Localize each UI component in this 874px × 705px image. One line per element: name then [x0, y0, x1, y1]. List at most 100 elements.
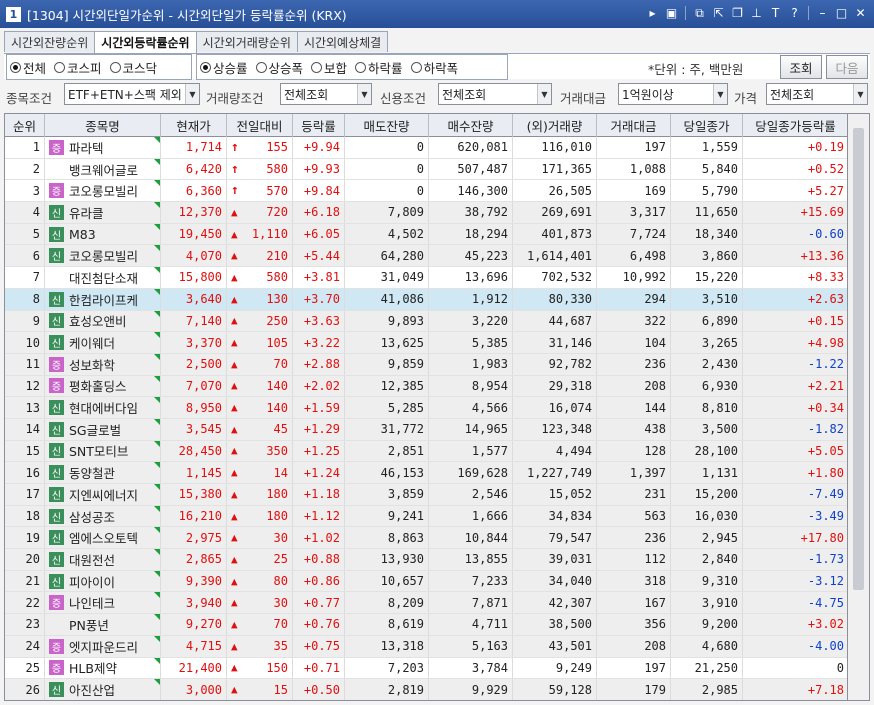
menu-m-icon[interactable]: ▣	[664, 5, 679, 21]
table-row[interactable]: 17 신 지엔씨에너지 15,380 ▲ 180 +1.18 3,859 2,546 15,052…	[5, 484, 847, 506]
table-row[interactable]: 22 증 나인테크 3,940 ▲ 30 +0.77 8,209 7,871 42,307 167 3…	[5, 592, 847, 615]
stock-name[interactable]: 삼성공조	[69, 507, 115, 526]
stock-name[interactable]: 엣지파운드리	[69, 637, 138, 656]
table-row[interactable]: 18 신 삼성공조 16,210 ▲ 180 +1.12 9,241 1,666 34,834 56…	[5, 505, 847, 528]
stock-name[interactable]: 동양철관	[69, 463, 115, 482]
stock-name[interactable]: 지엔씨에너지	[69, 485, 138, 504]
radio-sort-rise-amount[interactable]: 상승폭	[255, 58, 303, 77]
window-number-badge[interactable]: 1	[6, 6, 21, 22]
col-amount[interactable]: 거래대금	[597, 114, 671, 137]
col-price[interactable]: 현재가	[161, 114, 227, 137]
pin-icon[interactable]: ⊥	[749, 5, 764, 21]
stock-name[interactable]: SG글로벌	[69, 420, 121, 439]
tab-overtime-change-rank[interactable]: 시간외등락률순위	[94, 31, 197, 53]
table-row[interactable]: 16 신 동양철관 1,145 ▲ 14 +1.24 46,153 169,628 1,227,7…	[5, 462, 847, 484]
col-volume[interactable]: (외)거래량	[513, 114, 597, 137]
stock-name[interactable]: 케이웨더	[69, 333, 115, 352]
price-condition-select[interactable]: 전체조회 ▼	[766, 83, 868, 105]
table-row[interactable]: 14 신 SG글로벌 3,545 ▲ 45 +1.29 31,772 14,965 123,348…	[5, 418, 847, 441]
stock-name[interactable]: PN풍년	[69, 615, 109, 634]
stock-name[interactable]: 코오롱모빌리	[69, 181, 138, 200]
table-row[interactable]: 11 증 성보화학 2,500 ▲ 70 +2.88 9,859 1,983 92,782 236 2…	[5, 353, 847, 376]
table-row[interactable]: 19 신 엠에스오토텍 2,975 ▲ 30 +1.02 8,863 10,844 79,547 2…	[5, 527, 847, 550]
stock-name[interactable]: 대원전선	[69, 550, 115, 569]
col-name[interactable]: 종목명	[45, 114, 161, 137]
scroll-thumb[interactable]	[853, 128, 864, 590]
stock-name[interactable]: 유라클	[69, 203, 104, 222]
stock-name[interactable]: 성보화학	[69, 355, 115, 374]
table-row[interactable]: 1 증 파라텍 1,714 ↑ 155 +9.94 0 620,081 116,010 197 1,5…	[5, 137, 847, 159]
stock-name[interactable]: 파라텍	[69, 138, 104, 157]
radio-market-all[interactable]: 전체	[10, 58, 46, 77]
table-row[interactable]: 3 증 코오롱모빌리 6,360 ↑ 570 +9.84 0 146,300 26,505 169 5…	[5, 180, 847, 203]
link-icon[interactable]: ⧉	[692, 5, 707, 21]
table-row[interactable]: 23 PN풍년 9,270 ▲ 70 +0.76 8,619 4,711 38,500 356 9,…	[5, 614, 847, 636]
stock-name[interactable]: 아진산업	[69, 680, 115, 699]
volume-condition-select[interactable]: 전체조회 ▼	[280, 83, 372, 105]
stock-name[interactable]: 코오롱모빌리	[69, 246, 138, 265]
stock-name[interactable]: SNT모티브	[69, 441, 128, 460]
next-button[interactable]: 다음	[826, 55, 868, 79]
stock-name[interactable]: M83	[69, 227, 96, 242]
chevron-down-icon[interactable]: ▼	[537, 84, 551, 104]
table-row[interactable]: 7 대진첨단소재 15,800 ▲ 580 +3.81 31,049 13,696 702,53…	[5, 267, 847, 289]
credit-condition-select[interactable]: 전체조회 ▼	[438, 83, 552, 105]
chevron-down-icon[interactable]: ▼	[357, 84, 371, 104]
table-row[interactable]: 15 신 SNT모티브 28,450 ▲ 350 +1.25 2,851 1,577 4,494 1…	[5, 440, 847, 463]
radio-sort-rise-rate[interactable]: 상승률	[200, 58, 248, 77]
stock-name[interactable]: 효성오앤비	[69, 311, 127, 330]
stock-name[interactable]: 엠에스오토텍	[69, 528, 138, 547]
stock-name[interactable]: 한컴라이프케	[69, 290, 138, 309]
table-row[interactable]: 25 증 HLB제약 21,400 ▲ 150 +0.71 7,203 3,784 9,249 19…	[5, 657, 847, 680]
maximize-icon[interactable]: □	[834, 5, 849, 21]
question-icon[interactable]: ?	[787, 5, 802, 21]
col-close[interactable]: 당일종가	[671, 114, 743, 137]
table-row[interactable]: 13 신 현대에버다임 8,950 ▲ 140 +1.59 5,285 4,566 16,074 1…	[5, 397, 847, 419]
table-row[interactable]: 9 신 효성오앤비 7,140 ▲ 250 +3.63 9,893 3,220 44,687 322…	[5, 310, 847, 333]
col-ask[interactable]: 매도잔량	[345, 114, 429, 137]
stock-name[interactable]: 대진첨단소재	[69, 268, 138, 287]
table-row[interactable]: 5 신 M83 19,450 ▲ 1,110 +6.05 4,502 18,294 401,873…	[5, 223, 847, 246]
table-row[interactable]: 24 증 엣지파운드리 4,715 ▲ 35 +0.75 13,318 5,163 43,501 2…	[5, 635, 847, 658]
col-change[interactable]: 전일대비	[227, 114, 293, 137]
radio-sort-fall-amount[interactable]: 하락폭	[410, 58, 458, 77]
stock-name[interactable]: 나인테크	[69, 593, 115, 612]
col-close-rate[interactable]: 당일종가등락률	[743, 114, 847, 137]
radio-sort-flat[interactable]: 보합	[311, 58, 347, 77]
minimize-icon[interactable]: –	[815, 5, 830, 21]
table-row[interactable]: 12 증 평화홀딩스 7,070 ▲ 140 +2.02 12,385 8,954 29,318 2…	[5, 375, 847, 398]
stock-name[interactable]: 피아이이	[69, 572, 115, 591]
table-row[interactable]: 10 신 케이웨더 3,370 ▲ 105 +3.22 13,625 5,385 31,146 10…	[5, 332, 847, 354]
stock-name[interactable]: 뱅크웨어글로	[69, 160, 138, 179]
help-icon[interactable]: T	[768, 5, 783, 21]
tab-overtime-remain-rank[interactable]: 시간외잔량순위	[4, 31, 96, 52]
chevron-down-icon[interactable]: ▼	[853, 84, 867, 104]
chevron-down-icon[interactable]: ▼	[185, 84, 199, 104]
col-rank[interactable]: 순위	[5, 114, 45, 137]
table-row[interactable]: 4 신 유라클 12,370 ▲ 720 +6.18 7,809 38,792 269,691 3,…	[5, 202, 847, 224]
table-row[interactable]: 26 신 아진산업 3,000 ▲ 15 +0.50 2,819 9,929 59,128 179 2…	[5, 679, 847, 700]
radio-sort-fall-rate[interactable]: 하락률	[355, 58, 403, 77]
arrow-right-icon[interactable]: ▸	[645, 5, 660, 21]
vertical-scrollbar[interactable]	[848, 113, 870, 701]
tab-overtime-expected[interactable]: 시간외예상체결	[296, 31, 389, 52]
query-button[interactable]: 조회	[780, 55, 822, 79]
radio-market-kosdaq[interactable]: 코스닥	[109, 58, 157, 77]
col-rate[interactable]: 등락률	[293, 114, 345, 137]
stock-name[interactable]: 평화홀딩스	[69, 376, 127, 395]
table-row[interactable]: 21 신 피아이이 9,390 ▲ 80 +0.86 10,657 7,233 34,040 318…	[5, 570, 847, 593]
stock-condition-select[interactable]: ETF+ETN+스팩 제외 ▼	[64, 83, 200, 105]
stock-name[interactable]: HLB제약	[69, 658, 117, 677]
amount-condition-select[interactable]: 1억원이상 ▼	[618, 83, 728, 105]
chevron-down-icon[interactable]: ▼	[713, 84, 727, 104]
tab-overtime-volume-rank[interactable]: 시간외거래량순위	[195, 31, 298, 52]
stock-name[interactable]: 현대에버다임	[69, 398, 138, 417]
radio-market-kospi[interactable]: 코스피	[54, 58, 102, 77]
table-row[interactable]: 2 뱅크웨어글로 6,420 ↑ 580 +9.93 0 507,487 171,365 1,08…	[5, 158, 847, 181]
table-row[interactable]: 6 신 코오롱모빌리 4,070 ▲ 210 +5.44 64,280 45,223 1,614,…	[5, 245, 847, 268]
table-row[interactable]: 8 신 한컴라이프케 3,640 ▲ 130 +3.70 41,086 1,912 80,330 2…	[5, 288, 847, 311]
table-row[interactable]: 20 신 대원전선 2,865 ▲ 25 +0.88 13,930 13,855 39,031 11…	[5, 549, 847, 571]
close-icon[interactable]: ✕	[853, 5, 868, 21]
window-icon[interactable]: ❐	[730, 5, 745, 21]
expand-icon[interactable]: ⇱	[711, 5, 726, 21]
